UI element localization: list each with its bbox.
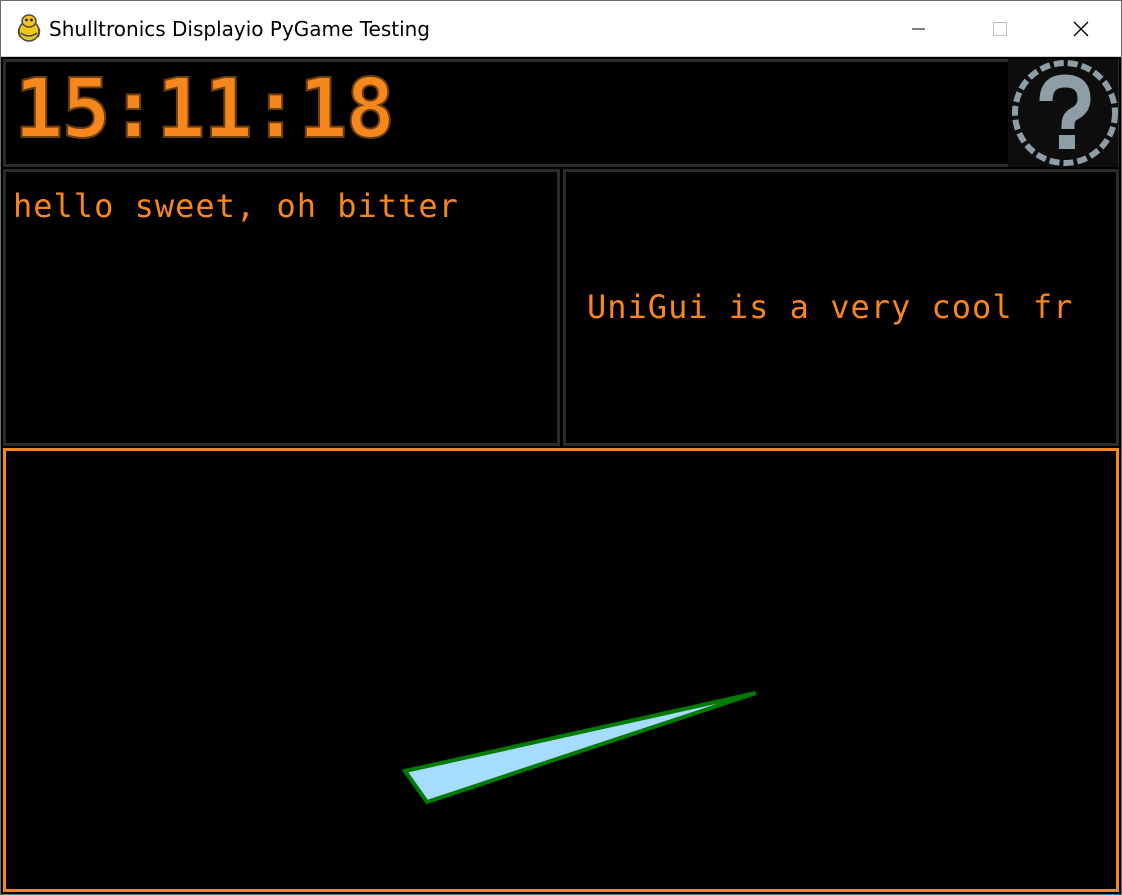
scrolling-label: UniGui is a very cool fr (587, 288, 1074, 326)
window-title: Shulltronics Displayio PyGame Testing (49, 17, 431, 41)
needle-graphic (401, 691, 757, 805)
clock-time: 15:11:18 (13, 61, 396, 158)
maximize-button[interactable] (959, 1, 1039, 56)
help-button[interactable] (1008, 59, 1118, 167)
pygame-snake-icon (15, 13, 43, 43)
title-bar[interactable]: Shulltronics Displayio PyGame Testing (1, 1, 1121, 57)
close-button[interactable] (1041, 1, 1121, 56)
display-canvas: 15:11:18 hello sweet, oh bitter UniGui i… (1, 57, 1121, 894)
left-text-panel: hello sweet, oh bitter (3, 169, 560, 446)
clock-panel: 15:11:18 (3, 59, 1119, 167)
close-icon (1073, 21, 1089, 37)
maximize-icon (993, 22, 1007, 36)
minimize-button[interactable] (879, 1, 959, 56)
app-window: Shulltronics Displayio PyGame Testing 15… (0, 0, 1122, 895)
left-label: hello sweet, oh bitter (13, 187, 459, 225)
right-text-panel: UniGui is a very cool fr (563, 169, 1119, 446)
minimize-icon (912, 28, 925, 30)
needle-shape (401, 691, 757, 805)
question-mark-icon (1012, 60, 1118, 166)
graphic-panel (3, 448, 1119, 892)
